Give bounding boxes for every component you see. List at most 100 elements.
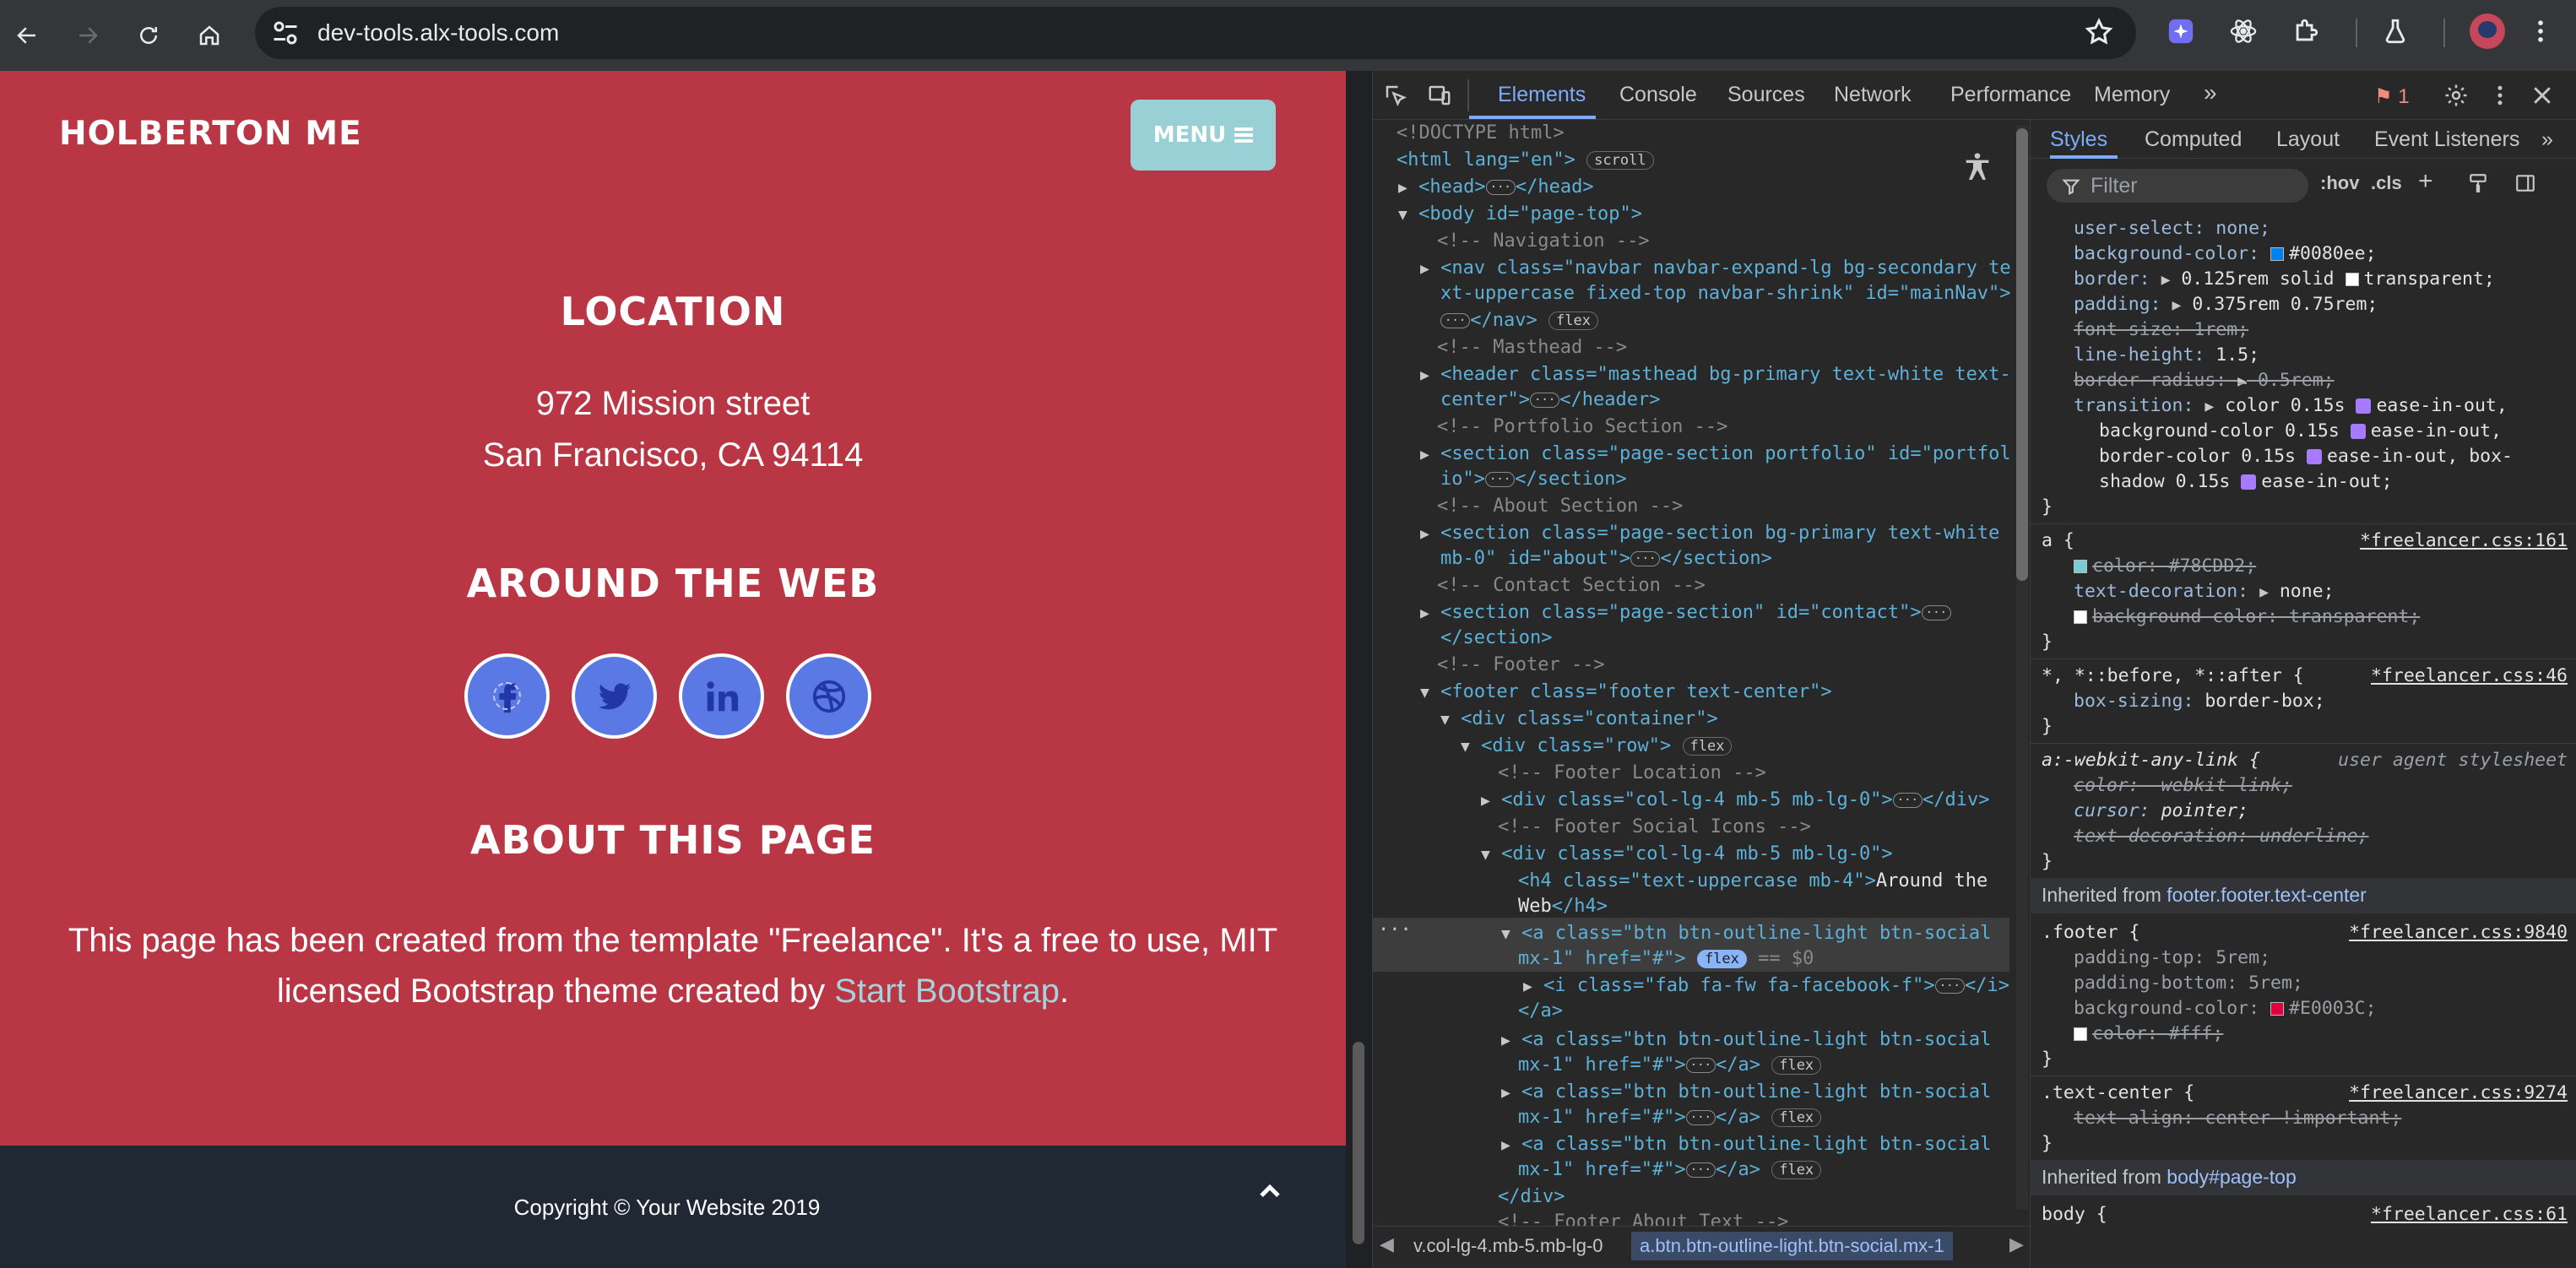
css-decl-padding-bottom[interactable]: padding-bottom: 5rem; [2074,971,2303,996]
tab-memory[interactable]: Memory [2094,83,2170,107]
dom-comment[interactable]: <!-- Footer About Text --> [1498,1209,1788,1226]
flex-badge[interactable]: flex [1771,1056,1822,1075]
menu-button[interactable]: MENU [1131,100,1276,171]
easing-swatch[interactable] [2356,398,2372,414]
extensions-puzzle-icon[interactable] [2290,15,2322,47]
tab-layout[interactable]: Layout [2276,127,2340,152]
dom-comment[interactable]: <!-- Portfolio Section --> [1437,414,1727,440]
tab-console[interactable]: Console [1619,83,1697,107]
tab-elements[interactable]: Elements [1498,83,1586,107]
facebook-button[interactable] [464,653,550,739]
breadcrumb-item-active[interactable]: a.btn.btn-outline-light.btn-social.mx-1 [1631,1232,1953,1260]
css-decl-text-decoration[interactable]: text-decoration: ▶ none; [2074,579,2335,605]
start-bootstrap-link[interactable]: Start Bootstrap [834,973,1060,1010]
css-decl-text-align[interactable]: text-align: center !important; [2074,1106,2401,1131]
styles-filter-input[interactable]: Filter [2047,169,2308,203]
tab-network[interactable]: Network [1834,83,1912,107]
site-info-icon[interactable] [270,18,301,48]
dom-node[interactable]: ▼ <div class="col-lg-4 mb-5 mb-lg-0"> [1481,841,1893,868]
site-brand[interactable]: HOLBERTON ME [59,115,362,153]
dom-node[interactable]: ▶ <nav class="navbar navbar-expand-lg bg… [1420,255,2011,282]
dom-node[interactable]: ▶ <div class="col-lg-4 mb-5 mb-lg-0"> ···… [1481,787,1989,814]
dom-node[interactable]: ▶ <section class="page-section" id="cont… [1420,599,1951,626]
dom-node[interactable]: ▼ <div class="container"> [1440,706,1718,733]
react-devtools-icon[interactable] [2227,15,2259,47]
elements-scrollbar-thumb[interactable] [2016,128,2028,581]
dom-comment[interactable]: <!-- Masthead --> [1437,334,1627,360]
breadcrumb-left-arrow-icon[interactable]: ◀ [1380,1233,1394,1255]
css-decl-background-color[interactable]: background-color: transparent; [2074,604,2420,630]
new-rule-plus-icon[interactable]: + [2418,167,2433,196]
color-swatch[interactable] [2345,273,2359,286]
more-panes-icon[interactable]: » [2541,127,2553,152]
flex-badge[interactable]: flex [1771,1161,1822,1179]
back-icon[interactable] [3,12,51,59]
issues-counter[interactable]: ⚑ 1 [2374,84,2410,109]
css-source-link[interactable]: *freelancer.css:61 [2371,1202,2568,1227]
css-source-link[interactable]: *freelancer.css:9274 [2349,1081,2568,1106]
color-swatch[interactable] [2270,1002,2285,1016]
css-decl-line-height[interactable]: line-height: 1.5; [2074,343,2259,368]
css-source-link[interactable]: *freelancer.css:9840 [2349,920,2568,946]
forward-icon[interactable] [64,12,111,59]
css-selector-a[interactable]: a { [2042,528,2074,554]
tab-computed[interactable]: Computed [2145,127,2242,152]
css-selector-universal[interactable]: *, *::before, *::after { [2042,664,2304,689]
color-swatch[interactable] [2074,1027,2087,1041]
home-icon[interactable] [186,12,233,59]
css-source-link[interactable]: *freelancer.css:161 [2360,528,2568,554]
css-selector-text-center[interactable]: .text-center { [2042,1081,2194,1106]
bookmark-star-icon[interactable] [2084,17,2114,47]
flex-badge[interactable]: flex [1548,312,1598,330]
dom-node[interactable]: ▶ <header class="masthead bg-primary tex… [1420,361,2011,388]
page-scrollbar-thumb[interactable] [1353,1042,1364,1244]
flex-badge[interactable]: flex [1696,950,1747,968]
dom-node[interactable]: <html lang="en"> scroll [1396,147,1654,173]
url-text[interactable]: dev-tools.alx-tools.com [317,19,559,46]
dom-node[interactable]: ▶ <a class="btn btn-outline-light btn-so… [1501,1131,1991,1158]
inherited-link[interactable]: footer.footer.text-center [2167,884,2367,906]
dom-comment[interactable]: <!-- Footer Social Icons --> [1498,814,1811,840]
css-decl-padding[interactable]: padding: ▶ 0.375rem 0.75rem; [2074,292,2378,318]
dom-node[interactable]: ▼ <footer class="footer text-center"> [1420,679,1832,706]
accessibility-icon[interactable] [1960,150,1994,184]
dom-node[interactable]: <h4 class="text-uppercase mb-4">Around t… [1518,868,1988,894]
flex-badge[interactable]: flex [1771,1108,1822,1127]
more-tabs-icon[interactable]: » [2204,79,2217,106]
color-swatch[interactable] [2270,247,2285,261]
reload-icon[interactable] [125,12,172,59]
selected-anchor-node[interactable]: ▼ <a class="btn btn-outline-light btn-so… [1501,920,1991,947]
hover-state-toggle[interactable]: :hov [2320,172,2359,194]
easing-swatch[interactable] [2241,474,2257,490]
dom-comment[interactable]: <!-- Footer --> [1437,652,1605,678]
row-actions-icon[interactable]: ··· [1378,917,1412,943]
tab-event-listeners[interactable]: Event Listeners [2374,127,2519,152]
dom-node[interactable]: ▶ <section class="page-section portfolio… [1420,441,2011,468]
tab-styles[interactable]: Styles [2050,127,2107,152]
css-decl-color[interactable]: color: #78CDD2; [2074,554,2256,579]
css-decl-transition[interactable]: transition: ▶ color 0.15s ease-in-out, [2074,393,2508,420]
css-decl-box-sizing[interactable]: box-sizing: border-box; [2074,689,2325,714]
dom-node[interactable]: </a> [1518,998,1563,1024]
css-selector-body[interactable]: body { [2042,1202,2107,1227]
dom-node[interactable]: ▶ <a class="btn btn-outline-light btn-so… [1501,1027,1991,1054]
dom-comment[interactable]: <!-- Navigation --> [1437,228,1650,254]
css-decl-background-color[interactable]: background-color: #0080ee; [2074,241,2377,267]
dom-node[interactable]: ▼ <div class="row"> flex [1461,733,1733,760]
color-swatch[interactable] [2074,610,2087,624]
devtools-kebab-icon[interactable] [2486,81,2514,110]
css-selector-footer[interactable]: .footer { [2042,920,2140,946]
easing-swatch[interactable] [2306,449,2322,464]
css-decl-border-radius[interactable]: border-radius: ▶ 0.5rem; [2074,368,2335,394]
close-devtools-icon[interactable] [2528,81,2557,110]
scroll-to-top-chevron-icon[interactable] [1250,1172,1290,1212]
css-decl-padding-top[interactable]: padding-top: 5rem; [2074,946,2270,971]
class-toggle[interactable]: .cls [2371,172,2402,194]
inherited-link[interactable]: body#page-top [2167,1166,2296,1188]
css-selector-webkit-link[interactable]: a:-webkit-any-link { [2042,748,2260,773]
inspect-element-icon[interactable] [1381,81,1410,110]
dom-comment[interactable]: <!-- About Section --> [1437,493,1683,519]
dom-node[interactable]: </div> [1498,1184,1565,1210]
dom-comment[interactable]: <!-- Contact Section --> [1437,572,1706,599]
dom-node[interactable]: ▶ <head> ··· </head> [1398,174,1594,201]
